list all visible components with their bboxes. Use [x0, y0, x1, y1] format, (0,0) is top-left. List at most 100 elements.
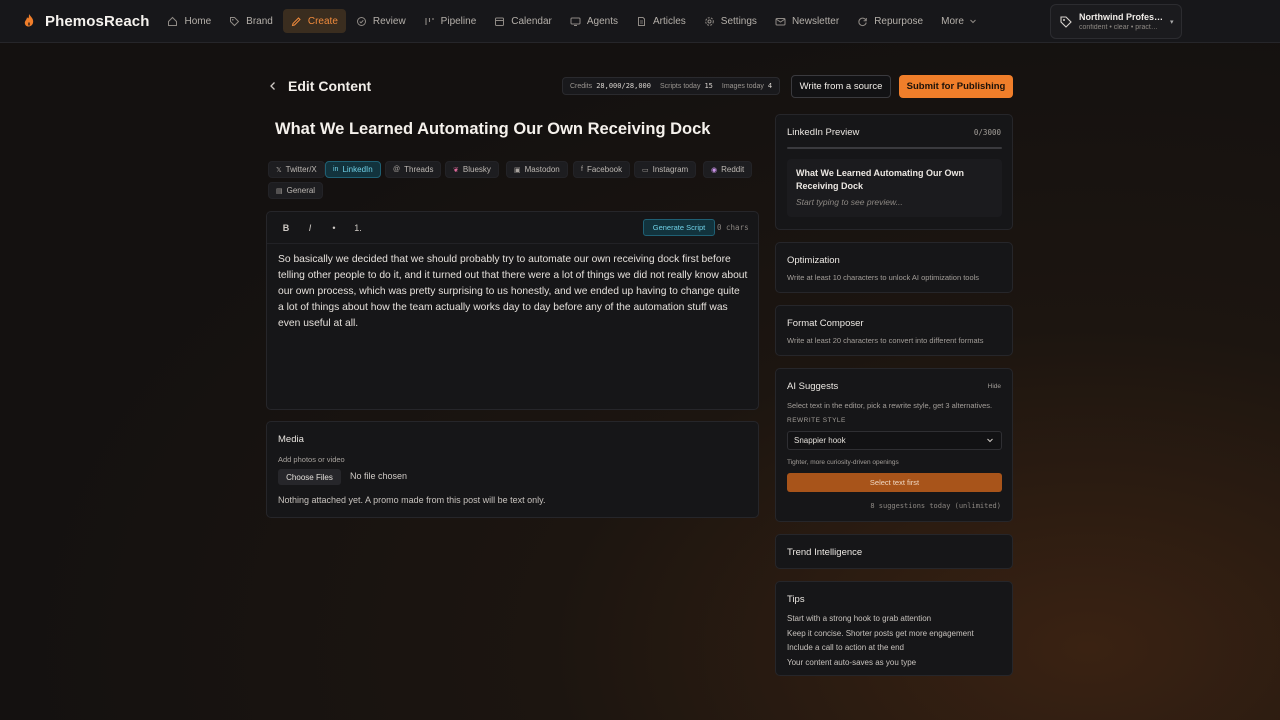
format-composer-card[interactable]: Format Composer Write at least 20 charac… — [775, 305, 1013, 356]
nav-item-newsletter[interactable]: Newsletter — [767, 9, 847, 33]
top-navigation: PhemosReach Home Brand Create Review Pip… — [0, 0, 1280, 43]
generate-script-button[interactable]: Generate Script — [643, 219, 715, 236]
nav-item-agents[interactable]: Agents — [562, 9, 626, 33]
images-label: Images today — [721, 82, 764, 90]
nav-label: Articles — [653, 15, 686, 27]
nav-label: Agents — [586, 15, 618, 27]
nav-item-repurpose[interactable]: Repurpose — [849, 9, 931, 33]
monitor-icon — [570, 16, 581, 27]
trend-intelligence-card[interactable]: Trend Intelligence — [775, 534, 1013, 569]
linkedin-icon: in — [333, 166, 339, 173]
choose-files-button[interactable]: Choose Files — [278, 469, 341, 485]
write-from-source-button[interactable]: Write from a source — [791, 75, 891, 98]
platform-label: General — [286, 186, 316, 195]
optimization-card[interactable]: Optimization Write at least 10 character… — [775, 242, 1013, 293]
platform-tab-bluesky[interactable]: ❦ Bluesky — [445, 161, 499, 178]
numbered-list-button[interactable]: 1. — [350, 220, 366, 236]
platform-tab-reddit[interactable]: ◉ Reddit — [703, 161, 753, 178]
account-switcher[interactable]: Northwind Profes… confident • clear • pr… — [1050, 4, 1182, 39]
media-section: Media Add photos or video Choose Files N… — [266, 421, 759, 518]
platform-tab-linkedin[interactable]: in LinkedIn — [325, 161, 381, 178]
scripts-label: Scripts today — [659, 82, 701, 90]
content-title[interactable]: What We Learned Automating Our Own Recei… — [275, 120, 710, 139]
rewrite-style-label: REWRITE STYLE — [787, 417, 846, 424]
flame-logo-icon — [24, 14, 34, 27]
tip-item: Your content auto-saves as you type — [787, 657, 917, 667]
rewrite-style-select[interactable]: Snappier hook — [787, 431, 1002, 450]
reddit-icon: ◉ — [711, 166, 718, 174]
media-subtitle: Add photos or video — [278, 455, 345, 464]
suggestions-count: 8 suggestions today (unlimited) — [870, 502, 1001, 510]
platform-tab-threads[interactable]: @ Threads — [385, 161, 442, 178]
nav-label: Settings — [720, 15, 757, 27]
nav-item-articles[interactable]: Articles — [628, 9, 694, 33]
chevron-down-icon — [968, 16, 979, 27]
credits-value: 28,000/28,000 — [596, 82, 651, 90]
media-title: Media — [278, 434, 304, 445]
account-tone: confident • clear • pract… — [1079, 24, 1158, 31]
tip-item: Include a call to action at the end — [787, 643, 904, 653]
nav-item-review[interactable]: Review — [348, 9, 414, 33]
preview-post: What We Learned Automating Our Own Recei… — [787, 159, 1002, 217]
rewrite-style-hint: Tighter, more curiosity-driven openings — [787, 459, 899, 466]
card-title: Format Composer — [787, 318, 864, 329]
card-subtitle: Select text in the editor, pick a rewrit… — [787, 401, 993, 410]
platform-tab-twitter[interactable]: 𝕏 Twitter/X — [268, 161, 325, 178]
platform-tab-facebook[interactable]: f Facebook — [573, 161, 631, 178]
platform-label: Reddit — [721, 165, 745, 174]
nav-item-calendar[interactable]: Calendar — [486, 9, 560, 33]
gear-icon — [704, 16, 715, 27]
platform-label: Facebook — [586, 165, 623, 174]
app-logo[interactable]: PhemosReach — [22, 13, 149, 30]
nav-label: Home — [184, 15, 212, 27]
nav-label: Review — [372, 15, 406, 27]
platform-tab-mastodon[interactable]: ▣ Mastodon — [506, 161, 568, 178]
media-note: Nothing attached yet. A promo made from … — [278, 495, 546, 505]
threads-icon: @ — [393, 166, 401, 173]
caret-down-icon: ▾ — [1170, 18, 1174, 26]
nav-label: Calendar — [511, 15, 552, 27]
tip-item: Start with a strong hook to grab attenti… — [787, 614, 932, 623]
nav-item-pipeline[interactable]: Pipeline — [416, 9, 485, 33]
editor-textarea[interactable]: So basically we decided that we should p… — [278, 252, 748, 332]
content-editor: B I • 1. Generate Script 0 chars So basi… — [266, 211, 759, 410]
rewrite-style-value: Snappier hook — [794, 436, 846, 445]
tip-item: Keep it concise. Shorter posts get more … — [787, 628, 974, 638]
hide-button[interactable]: Hide — [988, 383, 1001, 390]
submit-for-publishing-button[interactable]: Submit for Publishing — [899, 75, 1013, 98]
ai-suggests-card: AI Suggests Hide Select text in the edit… — [775, 368, 1013, 522]
chevron-down-icon — [986, 435, 994, 447]
select-text-first-button[interactable]: Select text first — [787, 473, 1002, 492]
card-title: Tips — [787, 594, 805, 605]
nav-item-home[interactable]: Home — [159, 9, 219, 33]
nav-label: Repurpose — [874, 15, 924, 27]
home-icon — [167, 16, 178, 27]
check-circle-icon — [356, 16, 367, 27]
calendar-icon — [494, 16, 505, 27]
italic-button[interactable]: I — [302, 220, 318, 236]
platform-tab-general[interactable]: ▤ General — [268, 182, 324, 199]
bold-button[interactable]: B — [278, 220, 294, 236]
platform-tab-instagram[interactable]: ▭ Instagram — [634, 161, 697, 178]
nav-label: Create — [307, 15, 338, 27]
back-arrow-icon[interactable] — [266, 79, 280, 93]
document-icon: ▤ — [276, 187, 283, 195]
platform-label: Twitter/X — [285, 165, 317, 174]
char-limit-count: 0/3000 — [973, 128, 1001, 137]
editor-toolbar: B I • 1. Generate Script 0 chars — [267, 212, 758, 244]
tag-icon — [229, 16, 240, 27]
nav-item-settings[interactable]: Settings — [696, 9, 765, 33]
usage-stats: Credits 28,000/28,000 Scripts today 15 I… — [562, 77, 781, 95]
platform-label: Mastodon — [524, 165, 560, 174]
bullet-list-button[interactable]: • — [326, 220, 342, 236]
nav-label: Pipeline — [440, 15, 477, 27]
nav-item-brand[interactable]: Brand — [221, 9, 281, 33]
file-status: No file chosen — [350, 471, 408, 481]
platform-label: Threads — [404, 165, 434, 174]
nav-item-create[interactable]: Create — [282, 9, 346, 33]
pipeline-icon — [424, 16, 435, 27]
preview-placeholder: Start typing to see preview... — [796, 197, 903, 207]
credits-label: Credits — [570, 82, 593, 90]
tips-card: Tips Start with a strong hook to grab at… — [775, 581, 1013, 676]
nav-item-more[interactable]: More — [933, 9, 987, 33]
